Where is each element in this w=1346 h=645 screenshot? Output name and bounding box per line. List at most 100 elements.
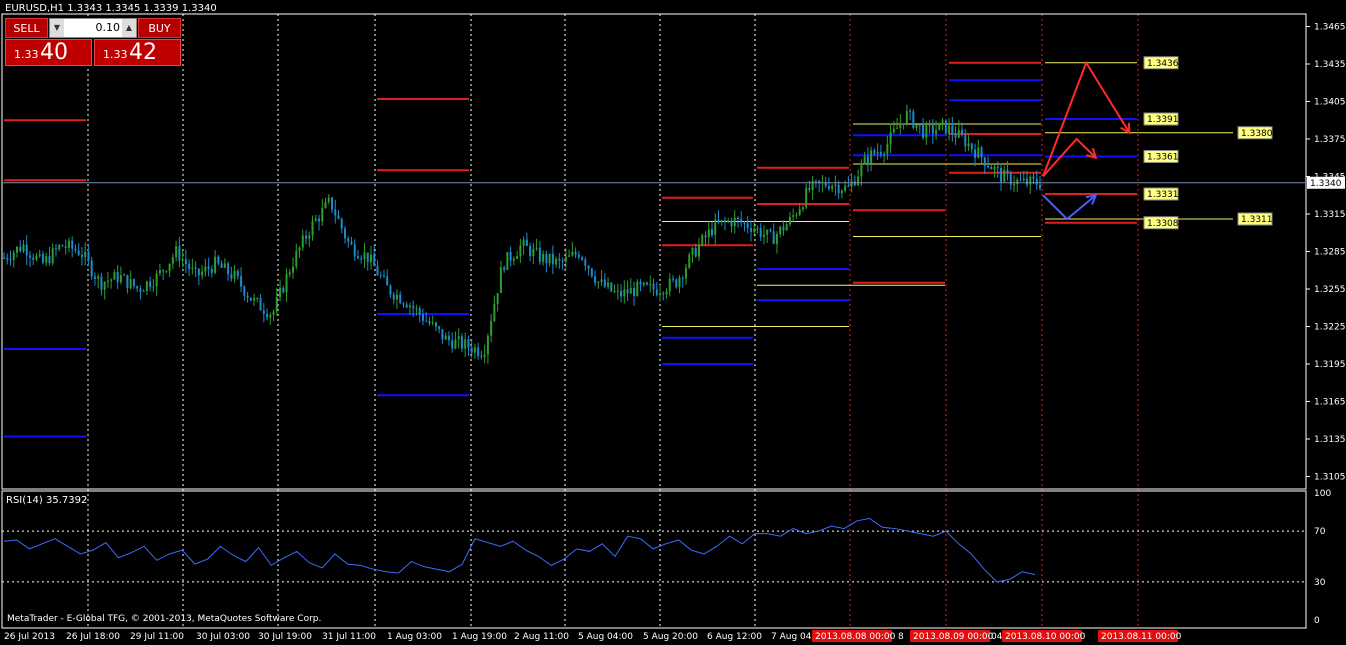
candle-body — [993, 166, 996, 170]
candle-body — [451, 340, 454, 349]
price-tag-label: 1.3308 — [1147, 219, 1179, 229]
candle-body — [788, 216, 791, 225]
candle-body — [178, 246, 181, 261]
main-chart-frame — [1, 13, 1307, 490]
candle-body — [532, 248, 535, 257]
candle-body — [295, 250, 298, 267]
candle-body — [392, 294, 395, 300]
candle-body — [801, 207, 804, 210]
candle-body — [798, 209, 801, 215]
candle-body — [931, 125, 934, 134]
buy-button[interactable]: BUY — [138, 18, 181, 38]
candle-body — [811, 180, 814, 190]
candle-body — [951, 125, 954, 135]
candle-body — [808, 187, 811, 190]
candle-body — [756, 228, 759, 230]
candle-body — [38, 254, 41, 256]
candle-body — [110, 279, 113, 281]
candle-body — [100, 276, 103, 290]
future-date-label: 2013.08.10 00:00 — [1005, 632, 1086, 642]
candle-body — [444, 335, 447, 340]
candle-body — [879, 152, 882, 155]
chart-canvas[interactable]: 1.34361.33911.33801.33611.33311.33111.33… — [0, 0, 1346, 645]
price-tag-label: 1.3391 — [1147, 115, 1179, 125]
candle-body — [129, 279, 132, 289]
y-tick-label: 1.3465 — [1314, 23, 1346, 33]
candle-body — [697, 244, 700, 257]
candle-body — [421, 314, 424, 321]
candle-body — [298, 247, 301, 251]
candle-body — [957, 129, 960, 138]
candle-body — [983, 157, 986, 166]
candle-body — [324, 202, 327, 208]
candle-body — [1016, 179, 1019, 185]
candle-body — [775, 234, 778, 245]
candle-body — [912, 111, 915, 128]
candle-body — [106, 280, 109, 283]
lot-increase-icon[interactable]: ▲ — [122, 19, 136, 37]
candle-body — [496, 293, 499, 304]
candle-body — [896, 127, 899, 129]
candle-body — [415, 308, 418, 310]
candle-body — [795, 214, 798, 216]
candle-body — [646, 282, 649, 285]
rsi-label: RSI(14) 35.7392 — [6, 495, 88, 506]
x-tick-label: 5 Aug 04:00 — [578, 632, 633, 642]
candle-body — [701, 235, 704, 245]
x-tick-label: 26 Jul 2013 — [4, 632, 55, 642]
candle-body — [162, 270, 165, 272]
candle-body — [883, 154, 886, 156]
candle-body — [707, 229, 710, 238]
candle-body — [382, 275, 385, 277]
candle-body — [447, 335, 450, 341]
candle-body — [15, 246, 18, 253]
candle-body — [834, 184, 837, 187]
x-tick-label: 6 Aug 12:00 — [707, 632, 762, 642]
candle-body — [197, 268, 200, 276]
price-tag-label: 1.3380 — [1241, 129, 1273, 139]
candle-body — [584, 259, 587, 266]
lot-size-stepper[interactable]: ▼ 0.10 ▲ — [49, 18, 137, 38]
candle-body — [1035, 178, 1038, 185]
candle-body — [305, 235, 308, 239]
candle-body — [259, 298, 262, 311]
candle-body — [938, 122, 941, 131]
candle-body — [918, 124, 921, 126]
candle-body — [996, 166, 999, 169]
buy-quote[interactable]: 1.33 42 — [94, 39, 181, 66]
candle-body — [48, 256, 51, 264]
y-tick-label: 1.3255 — [1314, 285, 1346, 295]
candle-body — [909, 111, 912, 113]
sell-quote[interactable]: 1.33 40 — [5, 39, 92, 66]
candle-body — [590, 268, 593, 277]
candle-body — [876, 152, 879, 154]
sell-button[interactable]: SELL — [5, 18, 48, 38]
candle-body — [844, 185, 847, 191]
candle-body — [405, 304, 408, 308]
candle-body — [464, 339, 467, 349]
candle-body — [1026, 178, 1029, 185]
candle-body — [902, 123, 905, 125]
candle-body — [636, 281, 639, 297]
candle-body — [363, 252, 366, 260]
candle-body — [389, 285, 392, 295]
rsi-line — [3, 517, 1036, 583]
candle-body — [743, 222, 746, 224]
candle-body — [665, 291, 668, 295]
candle-body — [961, 129, 964, 135]
candle-body — [827, 186, 830, 189]
candle-body — [240, 276, 243, 287]
candle-body — [785, 224, 788, 231]
lot-value[interactable]: 0.10 — [66, 19, 121, 37]
x-tick-label: 26 Jul 18:00 — [66, 632, 120, 642]
candle-body — [551, 253, 554, 265]
lot-decrease-icon[interactable]: ▼ — [50, 19, 64, 37]
candle-body — [499, 267, 502, 294]
candle-body — [230, 274, 233, 279]
candle-body — [71, 240, 74, 249]
candle-body — [769, 229, 772, 232]
y-tick-label: 1.3135 — [1314, 435, 1346, 445]
y-tick-label: 1.3165 — [1314, 398, 1346, 408]
candle-body — [428, 320, 431, 324]
candle-body — [188, 264, 191, 269]
